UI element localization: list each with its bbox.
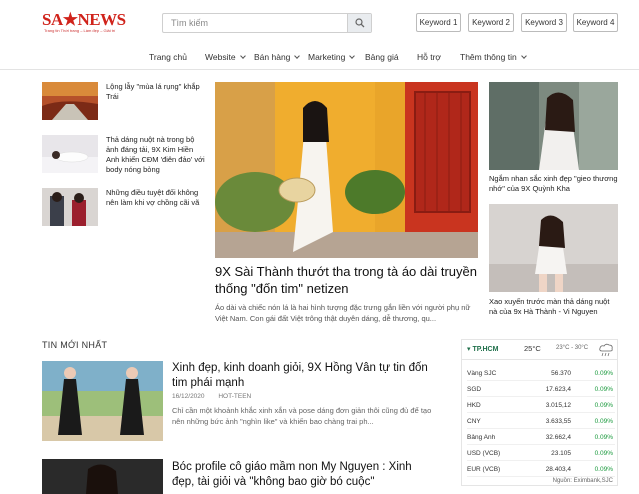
featured-description: Áo dài và chiếc nón lá là hai hình tượng… — [215, 303, 471, 323]
logo-text: SA★NEWS — [42, 10, 126, 29]
section-heading: TIN MỚI NHẤT — [42, 340, 108, 350]
weather-header: ▾ TP.HCM 25°C 23°C - 30°C — [462, 340, 617, 360]
weather-temp: 25°C — [524, 344, 541, 353]
market-value: 3.633,55 — [545, 418, 571, 425]
nav-label: Thêm thông tin — [460, 52, 517, 62]
main-nav: Trang chủ Website Bán hàng Marketing Bản… — [0, 46, 639, 70]
market-change: 0.09% — [594, 450, 613, 457]
nav-item-support[interactable]: Hỗ trợ — [417, 52, 441, 62]
market-name: Bảng Anh — [467, 434, 496, 441]
site-header: SA★NEWS Trang tin Thời trang – Làm đẹp –… — [0, 0, 639, 44]
market-source: Nguồn: Eximbank,SJC — [552, 478, 613, 484]
left-list-item[interactable]: Lộng lẫy "mùa lá rụng" khắp Trái — [42, 82, 207, 122]
search-box — [162, 13, 372, 33]
market-name: HKD — [467, 402, 481, 409]
site-logo[interactable]: SA★NEWS Trang tin Thời trang – Làm đẹp –… — [42, 10, 126, 34]
market-value: 3.015,12 — [545, 402, 571, 409]
featured-image[interactable] — [215, 82, 478, 258]
nav-label: Hỗ trợ — [417, 52, 441, 62]
nav-item-marketing[interactable]: Marketing — [308, 52, 356, 62]
nav-item-sales[interactable]: Bán hàng — [254, 52, 301, 62]
nav-item-home[interactable]: Trang chủ — [149, 52, 187, 62]
market-name: USD (VCB) — [467, 450, 501, 457]
news-photo — [42, 459, 163, 494]
nav-item-pricing[interactable]: Bảng giá — [365, 52, 399, 62]
news-photo — [42, 361, 163, 441]
chevron-down-icon — [520, 53, 527, 59]
weather-range: 23°C - 30°C — [556, 345, 589, 351]
market-row: Bảng Anh 32.662,4 0.09% — [467, 430, 615, 445]
market-value: 28.403,4 — [545, 466, 571, 473]
keyword-button-1[interactable]: Keyword 1 — [416, 13, 461, 32]
nav-label: Trang chủ — [149, 52, 187, 62]
nav-label: Marketing — [308, 52, 346, 62]
nav-item-more-info[interactable]: Thêm thông tin — [460, 52, 527, 62]
article-thumbnail — [42, 135, 98, 173]
left-list-item[interactable]: Những điều tuyệt đối không nên làm khi v… — [42, 188, 207, 228]
featured-title[interactable]: 9X Sài Thành thướt tha trong tà áo dài t… — [215, 263, 480, 297]
nav-label: Bảng giá — [365, 52, 399, 62]
news-image[interactable] — [42, 361, 163, 441]
right-article-image[interactable] — [489, 204, 618, 292]
market-change: 0.09% — [594, 434, 613, 441]
article-thumbnail — [42, 82, 98, 120]
chevron-down-icon — [239, 53, 246, 59]
city-label: TP.HCM — [472, 346, 499, 353]
market-change: 0.09% — [594, 402, 613, 409]
market-name: EUR (VCB) — [467, 466, 501, 473]
nav-label: Bán hàng — [254, 52, 291, 62]
news-title[interactable]: Xinh đẹp, kinh doanh giỏi, 9X Hồng Vân t… — [172, 361, 437, 391]
right-article-title[interactable]: Xao xuyến trước màn thả dáng nuột nà của… — [489, 297, 619, 317]
market-row: EUR (VCB) 28.403,4 0.09% — [467, 462, 615, 477]
article-thumbnail — [42, 188, 98, 226]
search-input[interactable] — [163, 14, 347, 32]
cloud-rain-icon — [599, 343, 613, 357]
article-title: Thả dáng nuột nà trong bộ ảnh đáng tải, … — [106, 135, 205, 174]
logo-tagline: Trang tin Thời trang – Làm đẹp – Giải tr… — [44, 28, 116, 33]
market-name: SGD — [467, 386, 482, 393]
chevron-down-icon — [294, 53, 301, 59]
market-change: 0.09% — [594, 370, 613, 377]
market-value: 32.662,4 — [545, 434, 571, 441]
right-article-title[interactable]: Ngắm nhan sắc xinh đẹp "gieo thương nhớ"… — [489, 174, 619, 194]
keyword-button-2[interactable]: Keyword 2 — [468, 13, 514, 32]
market-row: USD (VCB) 23.105 0.09% — [467, 446, 615, 461]
news-meta: 16/12/2020 HOT-TEEN — [172, 393, 263, 400]
article-title: Những điều tuyệt đối không nên làm khi v… — [106, 188, 200, 207]
right-photo — [489, 82, 618, 170]
market-change: 0.09% — [594, 466, 613, 473]
weather-city[interactable]: ▾ TP.HCM — [467, 345, 498, 353]
market-row: SGD 17.623,4 0.09% — [467, 382, 615, 397]
market-change: 0.09% — [594, 418, 613, 425]
keyword-button-4[interactable]: Keyword 4 — [573, 13, 618, 32]
news-date: 16/12/2020 — [172, 393, 205, 400]
market-value: 56.370 — [551, 370, 571, 377]
market-change: 0.09% — [594, 386, 613, 393]
search-icon — [354, 18, 364, 28]
news-description: Chỉ cần một khoảnh khắc xinh xắn và pose… — [172, 406, 432, 426]
right-photo — [489, 204, 618, 292]
news-image[interactable] — [42, 459, 163, 494]
market-name: Vàng SJC — [467, 370, 497, 377]
left-list-item[interactable]: Thả dáng nuột nà trong bộ ảnh đáng tải, … — [42, 135, 207, 175]
market-widget: ▾ TP.HCM 25°C 23°C - 30°C Vàng SJC 56.370… — [461, 339, 618, 486]
news-title[interactable]: Bóc profile cô giáo mầm non My Nguyen : … — [172, 460, 437, 490]
article-title: Lộng lẫy "mùa lá rụng" khắp Trái — [106, 82, 200, 101]
market-value: 23.105 — [551, 450, 571, 457]
keyword-button-3[interactable]: Keyword 3 — [521, 13, 567, 32]
chevron-down-icon — [349, 53, 356, 59]
market-name: CNY — [467, 418, 481, 425]
nav-label: Website — [205, 52, 236, 62]
featured-photo — [215, 82, 478, 258]
news-category[interactable]: HOT-TEEN — [218, 393, 251, 400]
market-row: HKD 3.015,12 0.09% — [467, 398, 615, 413]
nav-item-website[interactable]: Website — [205, 52, 246, 62]
search-button[interactable] — [347, 14, 371, 32]
market-value: 17.623,4 — [545, 386, 571, 393]
market-row: Vàng SJC 56.370 0.09% — [467, 366, 615, 381]
right-article-image[interactable] — [489, 82, 618, 170]
market-row: CNY 3.633,55 0.09% — [467, 414, 615, 429]
